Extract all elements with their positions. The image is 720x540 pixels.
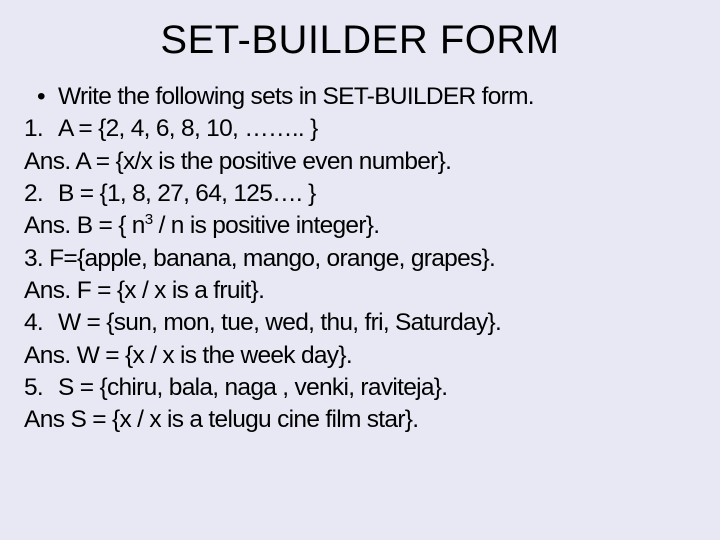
answer-3: Ans. F = {x / x is a fruit}. <box>24 275 696 307</box>
q4-label: 4. <box>24 307 58 339</box>
question-3: 3. F={apple, banana, mango, orange, grap… <box>24 243 696 275</box>
question-2: 2.B = {1, 8, 27, 64, 125…. } <box>24 178 696 210</box>
q5-label: 5. <box>24 372 58 404</box>
q1-label: 1. <box>24 113 58 145</box>
question-4: 4.W = {sun, mon, tue, wed, thu, fri, Sat… <box>24 307 696 339</box>
q3-text: 3. F={apple, banana, mango, orange, grap… <box>24 245 495 272</box>
question-5: 5.S = {chiru, bala, naga , venki, ravite… <box>24 372 696 404</box>
answer-1: Ans. A = {x/x is the positive even numbe… <box>24 146 696 178</box>
answer-2: Ans. B = { n3 / n is positive integer}. <box>24 210 696 242</box>
intro-line: •Write the following sets in SET-BUILDER… <box>24 81 696 113</box>
q2-text: B = {1, 8, 27, 64, 125…. } <box>58 180 316 207</box>
q1-text: A = {2, 4, 6, 8, 10, …….. } <box>58 115 318 142</box>
a1-text: A = {x/x is the positive even number}. <box>75 148 451 175</box>
a4-label: Ans. <box>24 342 71 369</box>
a2-label: Ans. <box>24 212 71 239</box>
slide-title: SET-BUILDER FORM <box>24 18 696 63</box>
a4-text: W = {x / x is the week day}. <box>71 342 352 369</box>
slide-body: •Write the following sets in SET-BUILDER… <box>24 81 696 437</box>
bullet-icon: • <box>24 81 58 113</box>
q5-text: S = {chiru, bala, naga , venki, raviteja… <box>58 374 447 401</box>
a2-post: / n is positive integer}. <box>152 212 379 239</box>
answer-5: Ans S = {x / x is a telugu cine film sta… <box>24 404 696 436</box>
question-1: 1.A = {2, 4, 6, 8, 10, …….. } <box>24 113 696 145</box>
a3-label: Ans. <box>24 277 71 304</box>
a1-label: Ans. <box>24 148 71 175</box>
intro-text: Write the following sets in SET-BUILDER … <box>58 83 534 110</box>
q4-text: W = {sun, mon, tue, wed, thu, fri, Satur… <box>58 309 501 336</box>
a5-label: Ans <box>24 406 64 433</box>
a5-text: S = {x / x is a telugu cine film star}. <box>64 406 418 433</box>
answer-4: Ans. W = {x / x is the week day}. <box>24 340 696 372</box>
a3-text: F = {x / x is a fruit}. <box>77 277 264 304</box>
q2-label: 2. <box>24 178 58 210</box>
slide: SET-BUILDER FORM •Write the following se… <box>0 0 720 540</box>
a2-pre: B = { n <box>77 212 145 239</box>
